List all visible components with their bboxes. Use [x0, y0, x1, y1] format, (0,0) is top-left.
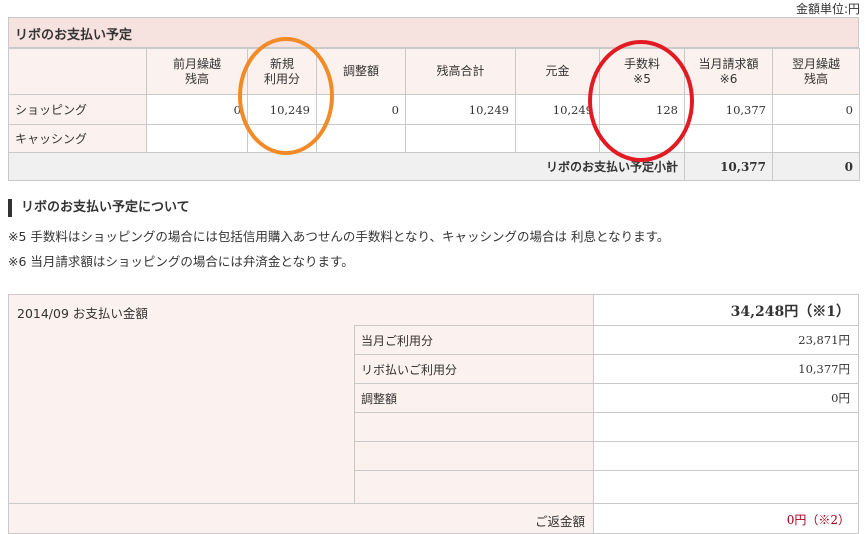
table-cell	[405, 124, 516, 153]
payment-row-value	[593, 442, 858, 470]
table-cell: 0	[772, 94, 860, 125]
note-5: ※5 手数料はショッピングの場合には包括信用購入あつせんの手数料となり、キャッシ…	[8, 229, 670, 244]
payment-row-label: リボ払いご利用分	[354, 355, 593, 383]
table-cell	[772, 124, 860, 153]
table-cell: 0	[316, 94, 406, 125]
payment-row-value: 23,871円	[593, 326, 858, 354]
table-cell: 128	[599, 94, 685, 125]
table-cell: 10,377	[684, 94, 773, 125]
payment-row-value	[593, 413, 858, 441]
table-row-subtotal: リボのお支払い予定小計 10,377 0	[8, 152, 860, 181]
revo-schedule-table: 前月繰越 残高 新規 利用分 調整額 残高合計 元金 手数料 ※5 当月請求額 ※6 翌…	[8, 48, 860, 181]
table-row-cashing: キャッシング	[8, 124, 860, 153]
col-header: 前月繰越 残高	[146, 48, 248, 95]
corner-cell	[8, 48, 147, 95]
table-row-shopping: ショッピング 0 10,249 0 10,249 10,249 128 10,3…	[8, 94, 860, 125]
table-cell	[515, 124, 600, 153]
payment-summary-box: 2014/09 お支払い金額 34,248円（※1） 当月ご利用分 23,871…	[8, 294, 859, 534]
payment-row-label	[354, 442, 593, 470]
table-cell: 10,249	[247, 94, 317, 125]
payment-row: リボ払いご利用分 10,377円	[354, 355, 858, 384]
payment-row-value	[593, 471, 858, 503]
table-cell	[599, 124, 685, 153]
col-header: 手数料 ※5	[599, 48, 685, 95]
col-header: 残高合計	[405, 48, 516, 95]
table-cell	[316, 124, 406, 153]
payment-row: 当月ご利用分 23,871円	[354, 326, 858, 355]
note-6: ※6 当月請求額はショッピングの場合には弁済金となります。	[8, 254, 354, 269]
payment-row	[354, 413, 858, 442]
col-header: 新規 利用分	[247, 48, 317, 95]
col-header: 翌月繰越 残高	[772, 48, 860, 95]
payment-title: 2014/09 お支払い金額	[17, 306, 148, 321]
payment-row-label: 当月ご利用分	[354, 326, 593, 354]
payment-row-value: 0円	[593, 384, 858, 412]
revo-schedule-header: リボのお支払い予定	[8, 17, 859, 48]
subtotal-billing: 10,377	[684, 152, 773, 181]
col-header: 元金	[515, 48, 600, 95]
refund-label: ご返金額	[9, 503, 593, 533]
table-cell: 0	[146, 94, 248, 125]
payment-total-spacer	[354, 295, 593, 326]
currency-unit-label: 金額単位:円	[795, 2, 860, 16]
payment-row-label: 調整額	[354, 384, 593, 412]
payment-row	[354, 442, 858, 471]
table-cell	[684, 124, 773, 153]
row-label-cashing: キャッシング	[8, 124, 147, 153]
subtotal-carryover: 0	[772, 152, 860, 181]
table-cell: 10,249	[405, 94, 516, 125]
subtotal-label: リボのお支払い予定小計	[8, 152, 685, 181]
refund-value: 0円（※2）	[593, 503, 858, 533]
table-cell: 10,249	[515, 94, 600, 125]
col-header: 調整額	[316, 48, 406, 95]
notes-title: リボのお支払い予定について	[8, 199, 190, 217]
payment-row-label	[354, 471, 593, 503]
payment-total-amount: 34,248円（※1）	[593, 295, 858, 326]
payment-row: 調整額 0円	[354, 384, 858, 413]
row-label-shopping: ショッピング	[8, 94, 147, 125]
table-cell	[247, 124, 317, 153]
payment-row-value: 10,377円	[593, 355, 858, 383]
table-cell	[146, 124, 248, 153]
col-header: 当月請求額 ※6	[684, 48, 773, 95]
payment-row-label	[354, 413, 593, 441]
payment-left-panel: 2014/09 お支払い金額	[9, 295, 354, 533]
payment-row	[354, 471, 858, 503]
